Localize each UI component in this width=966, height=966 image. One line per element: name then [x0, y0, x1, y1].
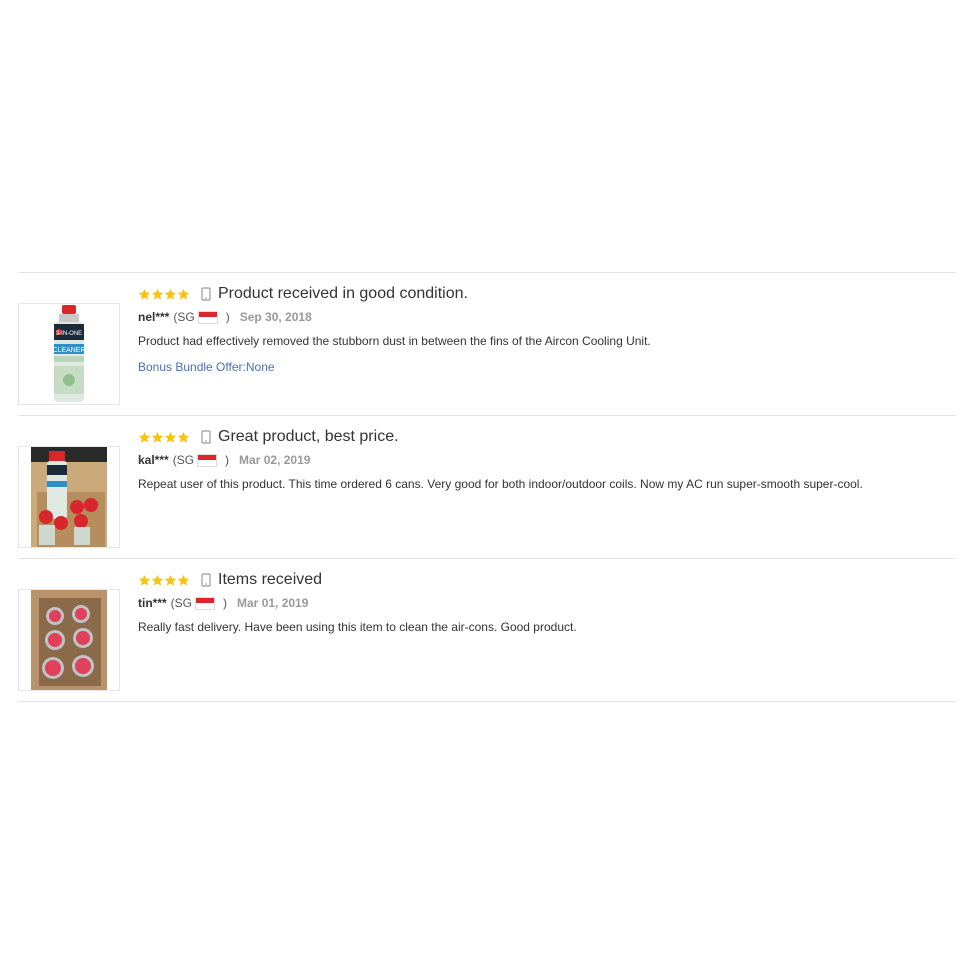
star-icon	[151, 431, 164, 444]
review-title: Product received in good condition.	[218, 285, 468, 302]
rating-stars	[138, 431, 190, 444]
mobile-icon	[200, 430, 212, 444]
review-item: Great product, best price. kal*** (SG ) …	[18, 415, 956, 558]
review-title: Great product, best price.	[218, 428, 399, 445]
star-icon	[177, 288, 190, 301]
review-date: Mar 02, 2019	[239, 453, 311, 467]
star-icon	[177, 574, 190, 587]
review-title-row: Product received in good condition.	[138, 283, 956, 305]
review-body: Product received in good condition. nel*…	[138, 283, 956, 374]
bonus-bundle-offer: Bonus Bundle Offer:None	[138, 360, 275, 374]
mobile-icon	[200, 287, 212, 301]
star-icon	[164, 431, 177, 444]
review-photo[interactable]	[18, 589, 120, 691]
review-title: Items received	[218, 571, 323, 588]
review-body: Great product, best price. kal*** (SG ) …	[138, 426, 956, 491]
rating-stars	[138, 574, 190, 587]
star-icon	[138, 288, 151, 301]
reviewer-name: nel***	[138, 310, 170, 324]
rating-stars	[138, 288, 190, 301]
review-content: Product had effectively removed the stub…	[138, 334, 651, 348]
review-date: Mar 01, 2019	[237, 596, 309, 610]
spray-can-image: 3-IN-ONE CLEANER	[19, 304, 119, 404]
reviewer-country: (SG	[170, 596, 193, 610]
reviewer-country: (SG	[173, 310, 195, 324]
star-icon	[138, 574, 151, 587]
star-icon	[151, 288, 164, 301]
country-close-paren: )	[223, 596, 228, 610]
star-icon	[177, 431, 190, 444]
svg-text:3-IN-ONE: 3-IN-ONE	[56, 331, 82, 337]
review-title-row: Items received	[138, 569, 956, 591]
review-content: Really fast delivery. Have been using th…	[138, 620, 577, 634]
reviewer-name: tin***	[138, 596, 167, 610]
review-item: Items received tin*** (SG ) Mar 01, 2019…	[18, 558, 956, 702]
review-body: Items received tin*** (SG ) Mar 01, 2019…	[138, 569, 956, 634]
star-icon	[164, 574, 177, 587]
reviewer-name: kal***	[138, 453, 169, 467]
country-close-paren: )	[225, 453, 230, 467]
reviewer-country: (SG	[172, 453, 195, 467]
cans-top-view-image	[19, 590, 119, 690]
review-title-row: Great product, best price.	[138, 426, 956, 448]
star-icon	[138, 431, 151, 444]
review-photo[interactable]	[18, 446, 120, 548]
country-close-paren: )	[225, 310, 230, 324]
review-meta: kal*** (SG ) Mar 02, 2019	[138, 451, 956, 469]
singapore-flag-icon	[197, 453, 218, 467]
svg-text:CLEANER: CLEANER	[52, 347, 85, 354]
review-list: 3-IN-ONE CLEANER Product received in goo…	[18, 272, 956, 702]
review-content: Repeat user of this product. This time o…	[138, 477, 863, 491]
review-meta: nel*** (SG ) Sep 30, 2018	[138, 308, 956, 326]
star-icon	[164, 288, 177, 301]
review-photo[interactable]: 3-IN-ONE CLEANER	[18, 303, 120, 405]
review-date: Sep 30, 2018	[239, 310, 312, 324]
star-icon	[151, 574, 164, 587]
review-meta: tin*** (SG ) Mar 01, 2019	[138, 594, 956, 612]
cans-in-box-image	[19, 447, 119, 547]
singapore-flag-icon	[195, 596, 216, 610]
singapore-flag-icon	[197, 310, 218, 324]
mobile-icon	[200, 573, 212, 587]
review-item: 3-IN-ONE CLEANER Product received in goo…	[18, 272, 956, 415]
